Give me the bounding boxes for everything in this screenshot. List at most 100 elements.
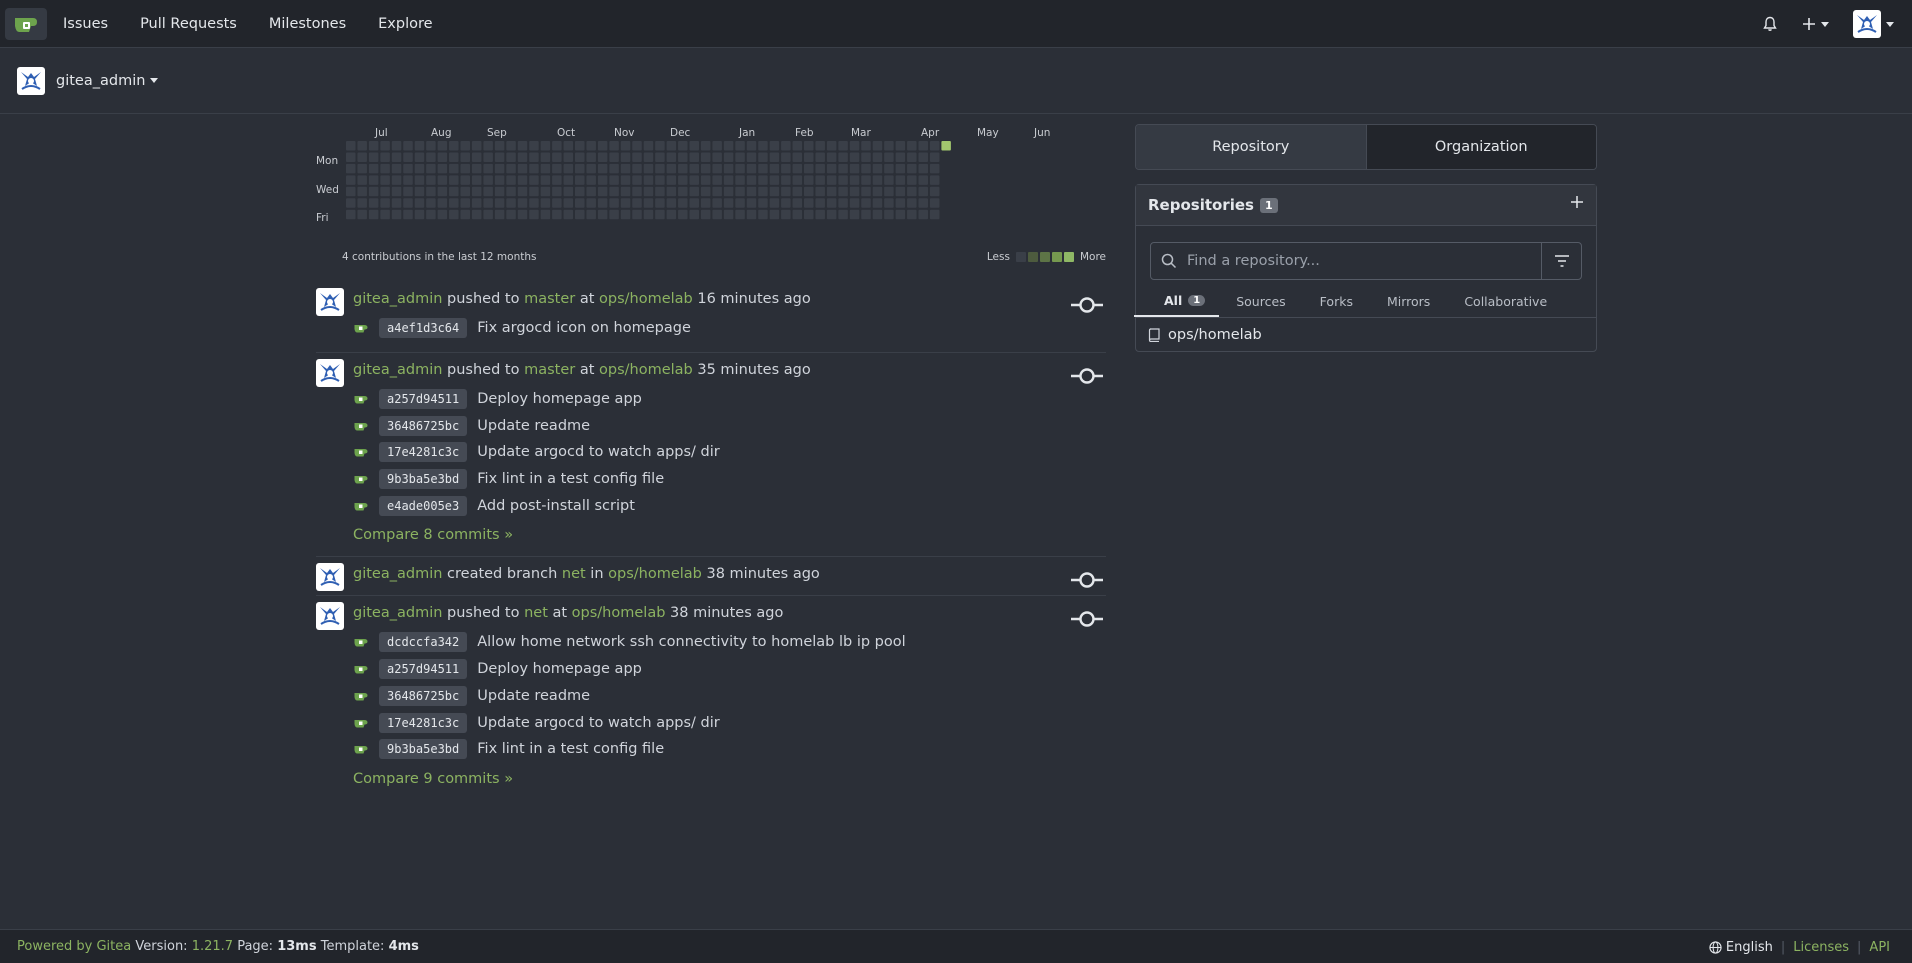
commit-sha-link[interactable]: a257d94511	[379, 389, 468, 410]
repo-filter-button[interactable]	[1541, 243, 1581, 279]
create-new-button[interactable]	[1790, 0, 1841, 48]
repo-search-input[interactable]	[1187, 253, 1507, 269]
heatmap-day-cell	[872, 186, 883, 197]
feed-ref-link[interactable]: net	[524, 605, 548, 621]
feed-ref-link[interactable]: net	[562, 566, 586, 582]
heatmap-day-cell	[346, 175, 356, 185]
feed-ref-link[interactable]: master	[524, 291, 575, 307]
heatmap-day-cell	[781, 175, 791, 185]
licenses-link[interactable]: Licenses	[1793, 940, 1849, 955]
filter-tab-collaborative[interactable]: Collaborative	[1447, 285, 1564, 317]
heatmap-day-cell	[700, 163, 711, 174]
heatmap-day-cell	[735, 152, 745, 162]
legend-swatch	[1027, 252, 1038, 262]
feed-action-text: pushed to	[447, 291, 520, 307]
api-link[interactable]: API	[1869, 940, 1890, 955]
heatmap-day-cell	[884, 141, 894, 151]
feed-user-link[interactable]: gitea_admin	[353, 291, 442, 307]
heatmap-day-cell	[563, 163, 574, 174]
feed-user-link[interactable]: gitea_admin	[353, 605, 442, 621]
heatmap-day-cell	[895, 163, 906, 174]
page-footer: Powered by Gitea Version: 1.21.7 Page: 1…	[0, 929, 1912, 963]
user-menu-button[interactable]	[1841, 0, 1912, 48]
filter-tab-sources[interactable]: Sources	[1219, 285, 1302, 317]
gitea-logo-button[interactable]	[5, 7, 47, 40]
commit-sha-link[interactable]: 36486725bc	[379, 415, 468, 436]
commit-sha-link[interactable]: 36486725bc	[379, 685, 468, 706]
heatmap-day-cell	[643, 198, 654, 208]
commit-message: Add post-install script	[477, 497, 635, 514]
feed-repo-link[interactable]: ops/homelab	[599, 362, 693, 378]
commit-sha-link[interactable]: dcdccfa342	[379, 632, 468, 653]
heatmap-day-cell	[781, 152, 791, 162]
repo-name: ops/homelab	[1168, 326, 1262, 343]
tab-repository[interactable]: Repository	[1136, 125, 1366, 169]
nav-milestones[interactable]: Milestones	[253, 0, 362, 48]
activity-feed: gitea_admin pushed to master at ops/home…	[316, 282, 1106, 800]
heatmap-day-cell	[723, 163, 734, 174]
heatmap-day-cell	[849, 186, 860, 197]
heatmap-day-cell	[380, 198, 390, 208]
commit-sha-link[interactable]: a4ef1d3c64	[379, 318, 468, 339]
heatmap-day-cell	[620, 175, 631, 185]
nav-issues[interactable]: Issues	[47, 0, 124, 48]
feed-repo-link[interactable]: ops/homelab	[572, 605, 666, 621]
commit-sha-link[interactable]: 17e4281c3c	[379, 712, 468, 733]
language-selector[interactable]: English	[1709, 940, 1773, 955]
feed-repo-link[interactable]: ops/homelab	[599, 291, 693, 307]
commit-sha-link[interactable]: 17e4281c3c	[379, 442, 468, 463]
filter-tab-all[interactable]: All 1	[1134, 285, 1220, 317]
heatmap-day-cell	[563, 141, 574, 151]
compare-commits-link[interactable]: Compare 8 commits »	[353, 524, 1106, 546]
heatmap-day-cell	[792, 152, 803, 162]
commit-row: dcdccfa342 Allow home network ssh connect…	[353, 629, 1106, 656]
nav-pull-requests[interactable]: Pull Requests	[124, 0, 253, 48]
context-user-switcher[interactable]: gitea_admin	[56, 73, 159, 89]
heatmap-day-cell	[597, 152, 608, 162]
heatmap-day-cell	[609, 163, 619, 174]
feed-repo-link[interactable]: ops/homelab	[608, 566, 702, 582]
heatmap-day-cell	[792, 198, 803, 208]
compare-commits-link[interactable]: Compare 9 commits »	[353, 768, 1106, 790]
feed-user-link[interactable]: gitea_admin	[353, 362, 442, 378]
filter-icon	[1554, 255, 1569, 267]
heatmap-day-cell	[643, 175, 654, 185]
feed-ref-link[interactable]: master	[524, 362, 575, 378]
filter-tab-forks[interactable]: Forks	[1303, 285, 1370, 317]
heatmap-day-cell	[391, 141, 402, 151]
powered-by-link[interactable]: Powered by Gitea	[17, 939, 131, 954]
commit-message: Deploy homepage app	[477, 661, 642, 678]
commit-sha-link[interactable]: 9b3ba5e3bd	[379, 739, 468, 760]
heatmap-day-cell	[517, 186, 528, 197]
commit-message: Fix lint in a test config file	[477, 471, 665, 488]
commit-avatar	[353, 663, 369, 675]
heatmap-day-cell	[861, 175, 871, 185]
heatmap-day-cell	[471, 186, 482, 197]
heatmap-day-cell	[609, 152, 619, 162]
heatmap-day-cell	[689, 186, 699, 197]
heatmap-day-cell	[700, 152, 711, 162]
commit-sha-link[interactable]: a257d94511	[379, 659, 468, 680]
feed-action-icon	[1070, 296, 1104, 318]
commit-sha-link[interactable]: 9b3ba5e3bd	[379, 469, 468, 490]
notifications-button[interactable]	[1750, 0, 1790, 48]
heatmap-day-cell	[849, 141, 860, 151]
heatmap-day-cell	[586, 163, 596, 174]
nav-explore[interactable]: Explore	[362, 0, 448, 48]
heatmap-day-cell	[357, 198, 367, 208]
avatar	[316, 602, 344, 631]
heatmap-day-cell	[872, 152, 883, 162]
heatmap-day-cell	[357, 186, 367, 197]
heatmap-day-cell	[838, 198, 848, 208]
commit-sha-link[interactable]: e4ade005e3	[379, 495, 468, 516]
new-repository-button[interactable]	[1570, 195, 1584, 213]
tab-organization[interactable]: Organization	[1365, 125, 1596, 169]
feed-user-link[interactable]: gitea_admin	[353, 566, 442, 582]
heatmap-day-cell	[792, 175, 803, 185]
heatmap-day-cell	[746, 163, 757, 174]
user-avatar-icon	[320, 568, 340, 586]
filter-tab-mirrors[interactable]: Mirrors	[1370, 285, 1447, 317]
version-link[interactable]: 1.21.7	[192, 939, 233, 954]
heatmap-day-cell	[563, 198, 574, 208]
repo-list-item[interactable]: ops/homelab	[1136, 317, 1596, 351]
